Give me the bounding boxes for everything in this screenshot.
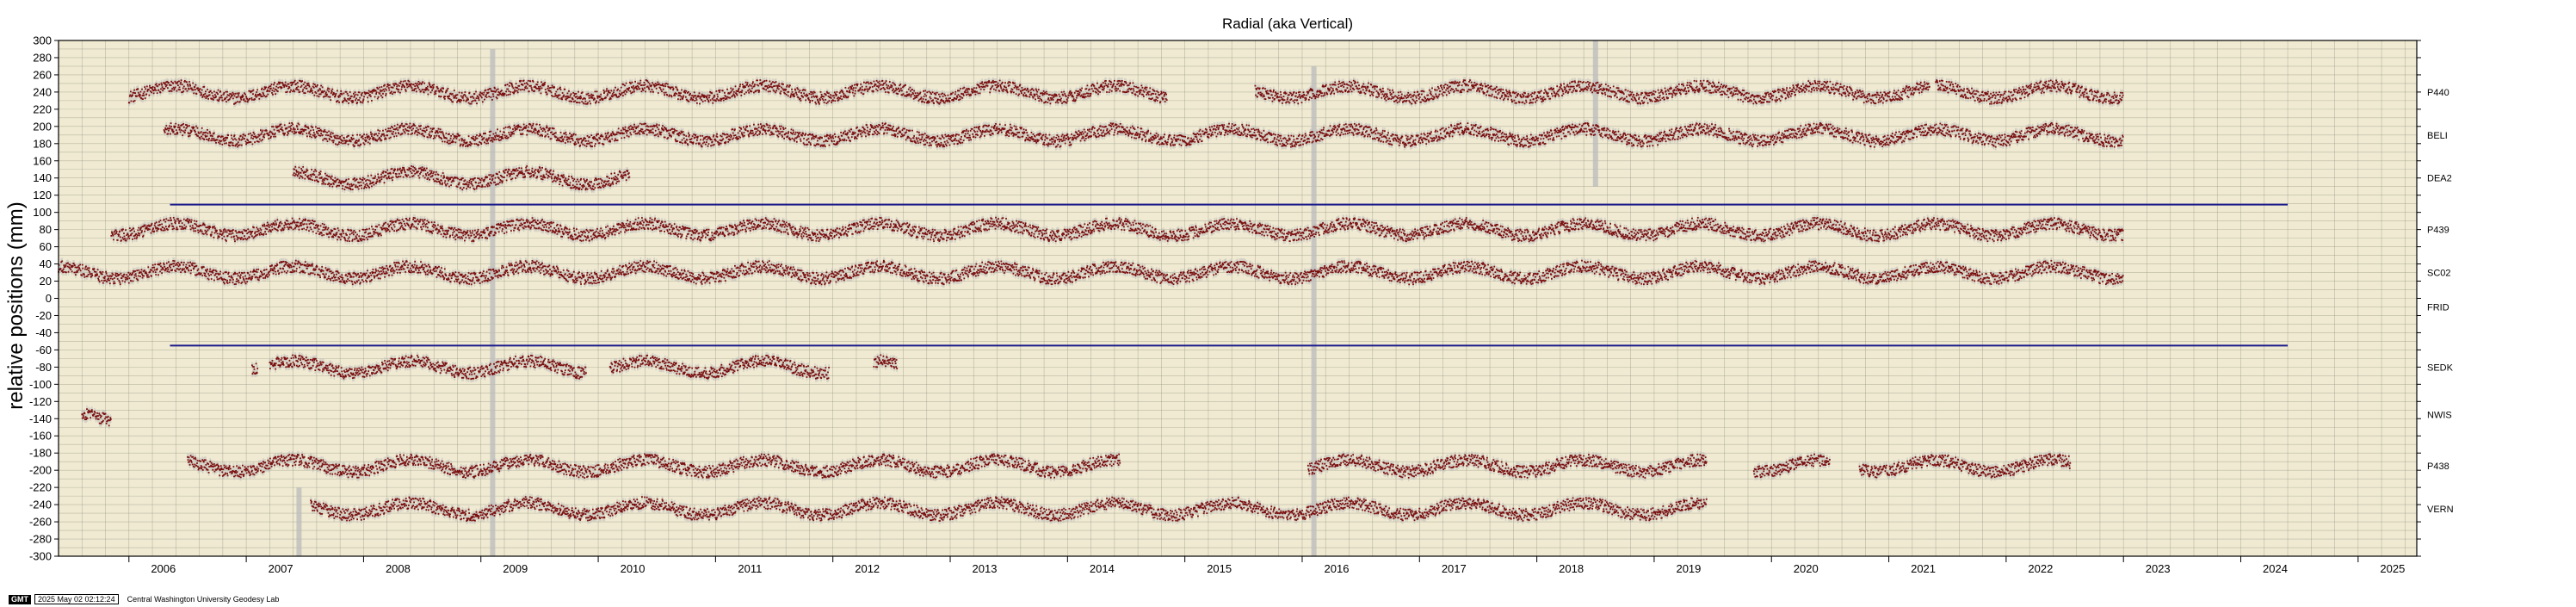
x-tick-label: 2008 xyxy=(386,562,411,575)
x-tick-label: 2017 xyxy=(1442,562,1467,575)
x-tick-label: 2023 xyxy=(2146,562,2171,575)
x-tick-label: 2006 xyxy=(151,562,176,575)
station-label-p439: P439 xyxy=(2427,226,2449,236)
y-tick-label: 300 xyxy=(33,34,52,47)
station-label-p438: P438 xyxy=(2427,461,2449,472)
y-tick-label: 200 xyxy=(33,120,52,133)
y-tick-label: -100 xyxy=(29,378,52,391)
station-label-sc02: SC02 xyxy=(2427,269,2451,279)
y-tick-label: -260 xyxy=(29,516,52,529)
x-tick-label: 2020 xyxy=(1794,562,1819,575)
y-tick-label: -220 xyxy=(29,481,52,494)
y-tick-label: 140 xyxy=(33,171,52,184)
y-tick-label: -60 xyxy=(35,344,52,356)
y-tick-label: 80 xyxy=(40,223,52,236)
station-label-sedk: SEDK xyxy=(2427,362,2454,373)
x-tick-label: 2007 xyxy=(269,562,293,575)
x-tick-label: 2024 xyxy=(2263,562,2288,575)
x-tick-label: 2016 xyxy=(1325,562,1350,575)
y-tick-label: -280 xyxy=(29,533,52,546)
x-tick-label: 2015 xyxy=(1207,562,1232,575)
x-tick-label: 2021 xyxy=(1911,562,1936,575)
y-tick-label: -200 xyxy=(29,464,52,477)
x-tick-label: 2010 xyxy=(621,562,646,575)
y-tick-label: -80 xyxy=(35,361,52,374)
y-tick-label: -300 xyxy=(29,550,52,563)
plot-area: P440 BELI DEA2 P439 SC02 FRID SEDK NWIS P438 VERN… xyxy=(29,34,2454,576)
station-label-frid: FRID xyxy=(2427,302,2449,313)
y-tick-label: 280 xyxy=(33,51,52,64)
y-axis-label: relative positions (mm) xyxy=(4,201,28,409)
station-label-dea2: DEA2 xyxy=(2427,174,2452,184)
y-tick-label: 180 xyxy=(33,137,52,150)
y-tick-label: 100 xyxy=(33,206,52,219)
station-label-nwis: NWIS xyxy=(2427,410,2452,420)
y-tick-label: 260 xyxy=(33,68,52,81)
y-tick-label: -160 xyxy=(29,430,52,443)
y-tick-label: 120 xyxy=(33,189,52,201)
chart-title: Radial (aka Vertical) xyxy=(1222,15,1353,32)
x-tick-label: 2014 xyxy=(1090,562,1115,575)
x-tick-label: 2012 xyxy=(855,562,880,575)
disturbance-band xyxy=(490,48,496,556)
y-tick-label: -140 xyxy=(29,412,52,425)
y-tick-label: -240 xyxy=(29,499,52,511)
timestamp: 2025 May 02 02:12:24 xyxy=(34,594,119,604)
station-label-p440: P440 xyxy=(2427,88,2449,98)
x-tick-label: 2019 xyxy=(1676,562,1701,575)
x-tick-label: 2013 xyxy=(973,562,998,575)
gmt-badge: GMT xyxy=(9,594,31,604)
x-tick-label: 2011 xyxy=(738,562,762,575)
disturbance-band xyxy=(1592,40,1598,187)
station-label-vern: VERN xyxy=(2427,505,2454,515)
y-tick-label: -120 xyxy=(29,395,52,408)
x-tick-label: 2009 xyxy=(503,562,528,575)
y-tick-label: 60 xyxy=(40,240,52,253)
disturbance-band xyxy=(296,487,302,556)
y-tick-label: -40 xyxy=(35,326,52,339)
x-tick-label: 2025 xyxy=(2380,562,2405,575)
y-tick-label: -180 xyxy=(29,447,52,460)
x-tick-label: 2022 xyxy=(2028,562,2053,575)
y-tick-label: 160 xyxy=(33,154,52,167)
grid xyxy=(58,40,2417,557)
credit-text: Central Washington University Geodesy La… xyxy=(127,595,280,604)
y-tick-label: -20 xyxy=(35,309,52,322)
y-tick-label: 40 xyxy=(40,257,52,270)
y-tick-label: 20 xyxy=(40,275,52,288)
radial-timeseries-chart: Radial (aka Vertical) relative positions… xyxy=(4,15,2454,576)
x-tick-label: 2018 xyxy=(1559,562,1584,575)
y-tick-label: 240 xyxy=(33,85,52,98)
station-label-beli: BELI xyxy=(2427,131,2448,141)
footer: GMT 2025 May 02 02:12:24 Central Washing… xyxy=(9,594,279,604)
y-tick-label: 220 xyxy=(33,102,52,115)
y-tick-label: 0 xyxy=(46,292,52,305)
